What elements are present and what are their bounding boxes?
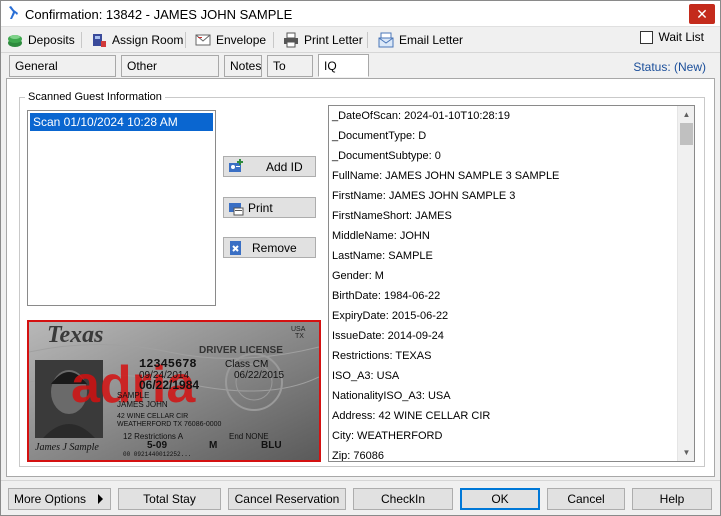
attribute-row: FirstNameShort: JAMES	[332, 210, 452, 222]
card-header: DRIVER LICENSE	[199, 345, 283, 356]
scroll-down-arrow-icon[interactable]: ▼	[678, 444, 694, 461]
add-id-button[interactable]: Add ID	[223, 156, 316, 177]
ok-button[interactable]: OK	[460, 488, 540, 510]
tab-general-information[interactable]: General Information	[9, 55, 116, 93]
id-card-image: adria Texas USA TX DRIVER LICENSE 123456…	[27, 320, 321, 462]
toolbar-divider	[273, 32, 274, 48]
card-usa: USA	[291, 326, 306, 333]
attribute-row: FirstName: JAMES JOHN SAMPLE 3	[332, 190, 516, 202]
print-button[interactable]: Print	[223, 197, 316, 218]
add-id-icon	[229, 158, 243, 172]
toolbar-separator	[1, 52, 720, 53]
remove-id-icon	[230, 240, 241, 255]
envelope-icon	[195, 32, 211, 48]
assign-room-button[interactable]: Assign Room	[91, 30, 183, 50]
tab-to-dos[interactable]: To Do's	[267, 55, 313, 93]
card-number: 12345678	[139, 357, 197, 371]
wait-list-toggle[interactable]: Wait List	[640, 30, 704, 44]
close-button[interactable]: ✕	[689, 4, 715, 24]
cancel-button[interactable]: Cancel	[547, 488, 625, 510]
attribute-row: City: WEATHERFORD	[332, 430, 443, 442]
print-label: Print	[248, 200, 273, 215]
toolbar: Deposits Assign Room Envelope Print Lett…	[1, 28, 720, 52]
assign-room-icon	[91, 32, 107, 48]
scrollbar-thumb[interactable]	[680, 123, 693, 145]
print-letter-button[interactable]: Print Letter	[283, 30, 363, 50]
assign-room-label: Assign Room	[112, 33, 184, 47]
email-letter-label: Email Letter	[399, 33, 464, 47]
attribute-row: NationalityISO_A3: USA	[332, 390, 451, 402]
card-last-name: SAMPLE	[117, 391, 149, 400]
more-options-label: More Options	[14, 492, 87, 506]
add-id-label: Add ID	[266, 159, 303, 174]
card-address1: 42 WINE CELLAR CIR	[117, 413, 188, 420]
attribute-row: Address: 42 WINE CELLAR CIR	[332, 410, 491, 422]
deposits-icon	[7, 32, 23, 48]
drivers-license-image: adria Texas USA TX DRIVER LICENSE 123456…	[29, 322, 319, 460]
footer-separator	[1, 480, 720, 481]
tab-other-information[interactable]: Other Information	[121, 55, 219, 93]
attribute-row: _DateOfScan: 2024-01-10T10:28:19	[332, 110, 510, 122]
attribute-row: ExpiryDate: 2015-06-22	[332, 310, 449, 322]
toolbar-divider	[367, 32, 368, 48]
attribute-row: FullName: JAMES JOHN SAMPLE 3 SAMPLE	[332, 170, 560, 182]
remove-button[interactable]: Remove	[223, 237, 316, 258]
submenu-arrow-icon	[98, 494, 103, 504]
deposits-label: Deposits	[28, 33, 75, 47]
title-bar: Confirmation: 13842 - JAMES JOHN SAMPLE …	[1, 1, 720, 27]
printer-icon	[283, 32, 299, 48]
card-sex: M	[209, 440, 217, 451]
card-signature: James J Sample	[35, 442, 99, 453]
card-class: Class CM	[225, 359, 268, 370]
attribute-row: ISO_A3: USA	[332, 370, 400, 382]
window-title: Confirmation: 13842 - JAMES JOHN SAMPLE	[25, 7, 293, 22]
scan-list[interactable]: Scan 01/10/2024 10:28 AM	[27, 110, 216, 306]
card-exp: 06/22/2015	[234, 370, 284, 381]
attribute-row: Gender: M	[332, 270, 384, 282]
print-id-icon	[229, 202, 244, 215]
status-text: Status: (New)	[633, 60, 706, 74]
email-letter-icon	[378, 32, 394, 48]
attribute-row: LastName: SAMPLE	[332, 250, 433, 262]
attribute-row: Zip: 76086	[332, 450, 384, 462]
attribute-row: _DocumentSubtype: 0	[332, 150, 441, 162]
wait-list-label: Wait List	[658, 30, 704, 44]
card-dd: 00 0921440012252...	[123, 451, 191, 458]
card-dob: 06/22/1984	[139, 378, 199, 392]
card-eyes: BLU	[261, 440, 282, 451]
help-button[interactable]: Help	[632, 488, 712, 510]
tab-notes[interactable]: Notes	[224, 55, 262, 77]
scroll-up-arrow-icon[interactable]: ▲	[678, 106, 694, 123]
email-letter-button[interactable]: Email Letter	[378, 30, 463, 50]
wait-list-checkbox[interactable]	[640, 30, 654, 44]
attribute-row: MiddleName: JOHN	[332, 230, 430, 242]
envelope-label: Envelope	[216, 33, 267, 47]
remove-label: Remove	[252, 240, 297, 255]
envelope-button[interactable]: Envelope	[195, 30, 266, 50]
deposits-button[interactable]: Deposits	[7, 30, 75, 50]
card-first-name: JAMES JOHN	[117, 400, 168, 409]
toolbar-divider	[185, 32, 186, 48]
tab-iq-scan[interactable]: IQ Scan	[318, 54, 369, 95]
check-in-button[interactable]: CheckIn	[353, 488, 453, 510]
card-tx: TX	[295, 333, 304, 340]
toolbar-divider	[81, 32, 82, 48]
app-icon	[9, 6, 18, 19]
card-height: 5-09	[147, 440, 167, 451]
confirmation-window: Confirmation: 13842 - JAMES JOHN SAMPLE …	[0, 0, 721, 516]
total-stay-button[interactable]: Total Stay	[118, 488, 221, 510]
card-state: Texas	[47, 322, 103, 348]
card-address2: WEATHERFORD TX 76086-0000	[117, 421, 221, 428]
scan-attributes-list[interactable]: _DateOfScan: 2024-01-10T10:28:19 _Docume…	[328, 105, 695, 462]
attributes-scrollbar[interactable]: ▲ ▼	[677, 106, 694, 461]
print-letter-label: Print Letter	[304, 33, 363, 47]
attribute-row: BirthDate: 1984-06-22	[332, 290, 441, 302]
cancel-reservation-button[interactable]: Cancel Reservation	[228, 488, 346, 510]
attribute-row: Restrictions: TEXAS	[332, 350, 432, 362]
more-options-button[interactable]: More Options	[8, 488, 111, 510]
group-title: Scanned Guest Information	[25, 91, 165, 103]
scan-list-item[interactable]: Scan 01/10/2024 10:28 AM	[30, 113, 213, 131]
attribute-row: _DocumentType: D	[332, 130, 427, 142]
attribute-row: IssueDate: 2014-09-24	[332, 330, 444, 342]
